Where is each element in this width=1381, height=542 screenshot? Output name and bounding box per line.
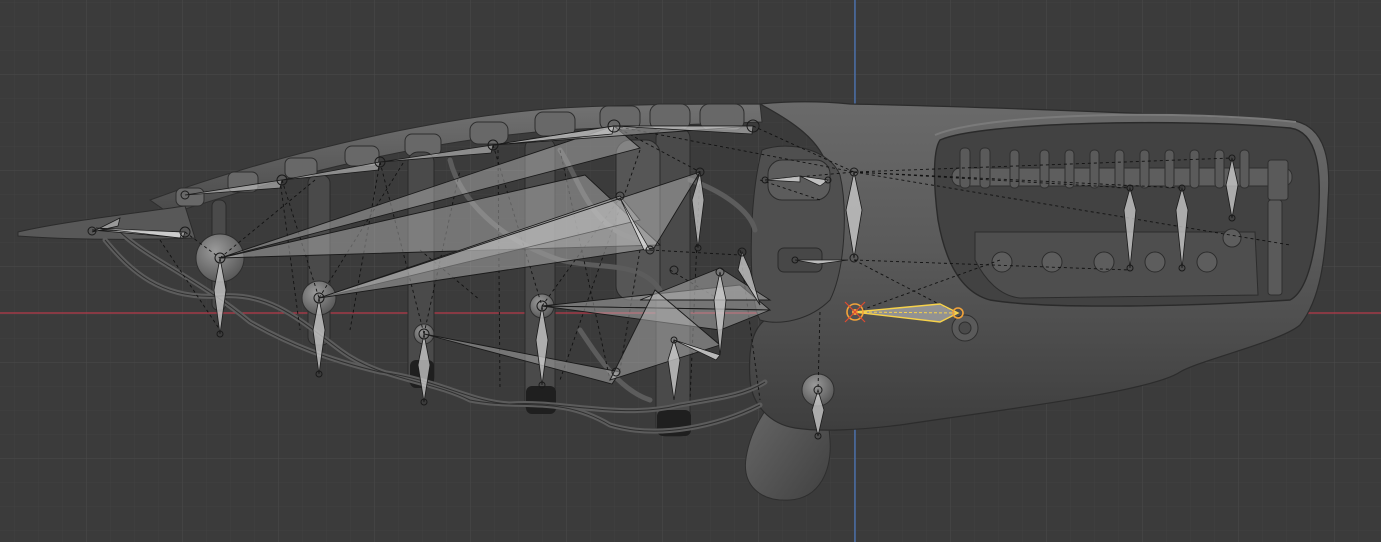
body-knob-center [958, 321, 972, 335]
viewport-canvas[interactable] [0, 0, 1381, 542]
3d-viewport[interactable] [0, 0, 1381, 542]
